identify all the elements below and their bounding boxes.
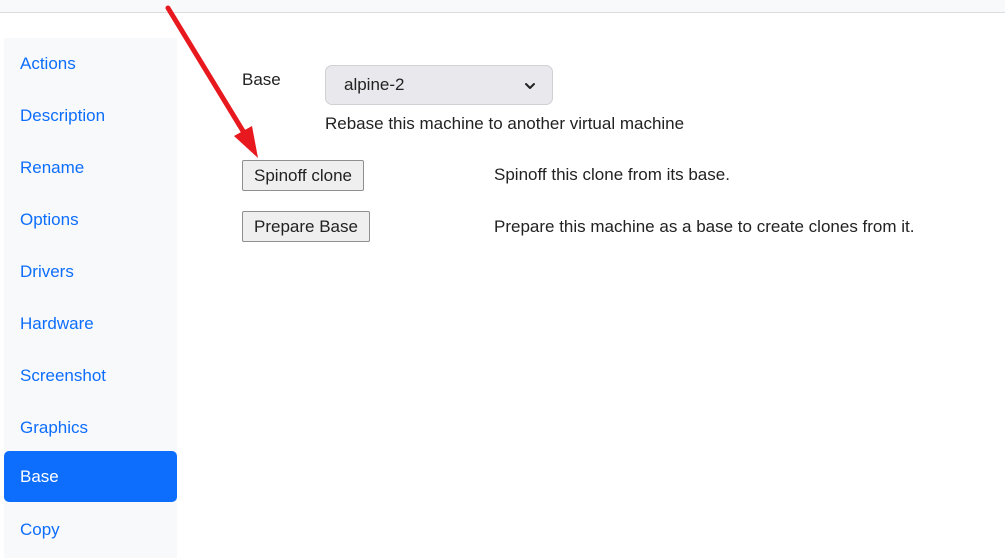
sidebar-item-options[interactable]: Options [4,194,177,245]
rebase-help-text: Rebase this machine to another virtual m… [325,114,685,133]
sidebar-item-base[interactable]: Base [4,451,177,502]
spinoff-help-text: Spinoff this clone from its base. [494,165,730,184]
sidebar-item-copy[interactable]: Copy [4,504,177,555]
sidebar-item-hardware[interactable]: Hardware [4,298,177,349]
sidebar-item-rename[interactable]: Rename [4,142,177,193]
spinoff-clone-button[interactable]: Spinoff clone [242,160,364,191]
top-bar [0,0,1005,13]
chevron-down-icon [525,83,535,89]
base-select[interactable]: alpine-2 [325,65,553,105]
sidebar-item-drivers[interactable]: Drivers [4,246,177,297]
sidebar-item-actions[interactable]: Actions [4,38,177,89]
sidebar-nav: Actions Description Rename Options Drive… [4,38,177,558]
sidebar-item-graphics[interactable]: Graphics [4,402,177,453]
base-select-value: alpine-2 [344,75,405,94]
sidebar-item-description[interactable]: Description [4,90,177,141]
prepare-base-button[interactable]: Prepare Base [242,211,370,242]
sidebar-item-screenshot[interactable]: Screenshot [4,350,177,401]
prepare-help-text: Prepare this machine as a base to create… [494,217,915,236]
base-label: Base [242,70,281,89]
